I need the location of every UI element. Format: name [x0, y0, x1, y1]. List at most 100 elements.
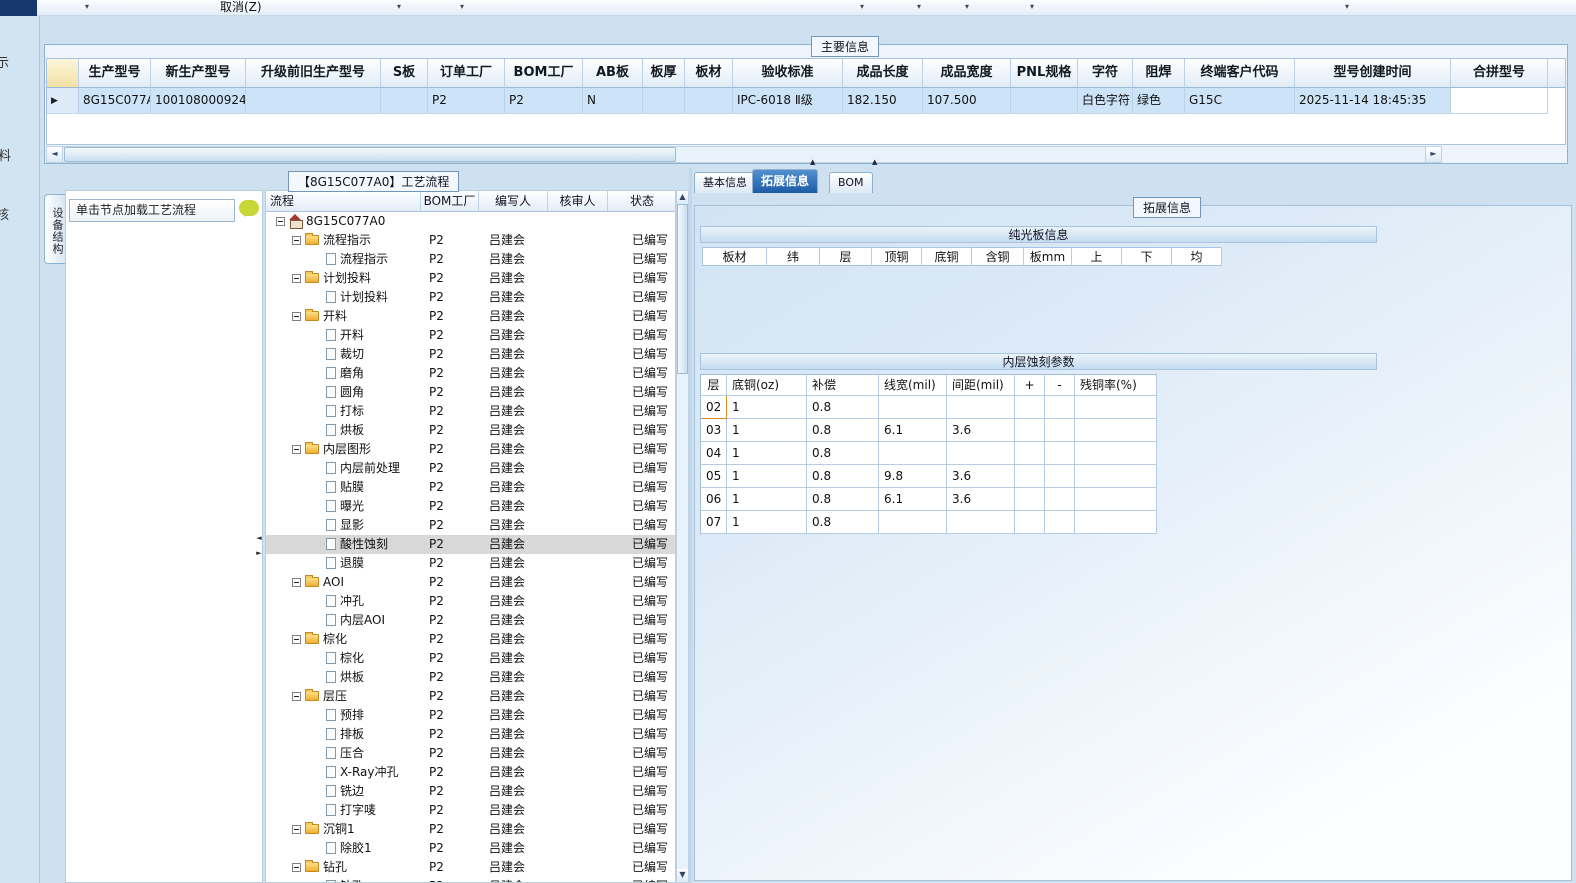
etch-cell[interactable]: 6.1 [879, 419, 947, 442]
tree-row[interactable]: 计划投料 P2 吕建会 已编写 [266, 288, 675, 307]
collapse-minus-icon[interactable] [292, 578, 301, 587]
main-row-cell[interactable]: 182.150 [843, 88, 923, 114]
main-row-cell[interactable]: G15C [1185, 88, 1295, 114]
main-row-cell[interactable] [685, 88, 733, 114]
tree-vscrollbar[interactable]: ▲ ▼ [676, 190, 689, 883]
etch-cell[interactable] [1075, 442, 1157, 465]
etch-cell[interactable] [1045, 442, 1075, 465]
etch-cell[interactable]: 03 [701, 419, 727, 442]
etch-cell[interactable]: 06 [701, 488, 727, 511]
etch-cell[interactable] [1045, 511, 1075, 534]
tree-row[interactable]: 打标 P2 吕建会 已编写 [266, 402, 675, 421]
etch-cell[interactable] [1075, 465, 1157, 488]
tree-row[interactable]: 冲孔 P2 吕建会 已编写 [266, 592, 675, 611]
tab-bom[interactable]: BOM [829, 172, 873, 193]
etch-cell[interactable] [947, 396, 1015, 419]
column-header[interactable]: 成品长度 [843, 59, 923, 88]
column-header[interactable]: 升级前旧生产型号 [246, 59, 381, 88]
etch-cell[interactable]: 0.8 [807, 419, 879, 442]
tree-row[interactable]: 层压 P2 吕建会 已编写 [266, 687, 675, 706]
main-row-cell[interactable] [381, 88, 428, 114]
column-header[interactable]: 板材 [685, 59, 733, 88]
etch-cell[interactable]: 6.1 [879, 488, 947, 511]
column-header[interactable]: AB板 [583, 59, 643, 88]
splitter-right-icon[interactable]: ► [256, 549, 261, 557]
etch-cell[interactable]: 02 [701, 396, 727, 419]
column-header[interactable]: 字符 [1078, 59, 1133, 88]
etch-column-header[interactable]: 残铜率(%) [1075, 375, 1157, 396]
etch-cell[interactable]: 07 [701, 511, 727, 534]
tree-row[interactable]: 排板 P2 吕建会 已编写 [266, 725, 675, 744]
main-row-cell[interactable]: 8G15C077A0 [79, 88, 151, 114]
collapse-minus-icon[interactable] [292, 692, 301, 701]
collapse-minus-icon[interactable] [292, 863, 301, 872]
main-row-cell[interactable]: IPC-6018 Ⅱ级 [733, 88, 843, 114]
tree-row[interactable]: 内层前处理 P2 吕建会 已编写 [266, 459, 675, 478]
main-grid-hscrollbar[interactable]: ◄ ► [46, 146, 1442, 163]
etch-column-header[interactable]: 补偿 [807, 375, 879, 396]
dropdown-arrow-icon[interactable]: ▾ [917, 2, 921, 11]
tree-row[interactable]: AOI P2 吕建会 已编写 [266, 573, 675, 592]
tree-column-header[interactable]: 编写人 [479, 191, 548, 211]
tree-row[interactable]: 内层AOI P2 吕建会 已编写 [266, 611, 675, 630]
collapse-minus-icon[interactable] [292, 274, 301, 283]
bareboard-column-header[interactable]: 均 [1172, 248, 1222, 265]
etch-cell[interactable]: 04 [701, 442, 727, 465]
column-header[interactable]: PNL规格 [1011, 59, 1078, 88]
etch-cell[interactable] [947, 442, 1015, 465]
etch-column-header[interactable]: 底铜(oz) [727, 375, 807, 396]
etch-column-header[interactable]: 间距(mil) [947, 375, 1015, 396]
column-header[interactable]: BOM工厂 [505, 59, 583, 88]
etch-cell[interactable] [1075, 488, 1157, 511]
etch-cell[interactable] [1045, 488, 1075, 511]
etch-cell[interactable]: 0.8 [807, 442, 879, 465]
bareboard-column-header[interactable]: 纬 [767, 248, 820, 265]
dropdown-arrow-icon[interactable]: ▾ [85, 2, 89, 11]
cancel-menu-item[interactable]: 取消(Z) [215, 0, 267, 15]
collapse-minus-icon[interactable] [276, 217, 285, 226]
etch-cell[interactable]: 0.8 [807, 488, 879, 511]
etch-cell[interactable]: 1 [727, 488, 807, 511]
tab-basic-info[interactable]: 基本信息 [694, 172, 756, 193]
column-header[interactable]: S板 [381, 59, 428, 88]
tree-row[interactable]: 流程指示 P2 吕建会 已编写 [266, 231, 675, 250]
dropdown-arrow-icon[interactable]: ▾ [1345, 2, 1349, 11]
tree-row[interactable]: 曝光 P2 吕建会 已编写 [266, 497, 675, 516]
tree-row[interactable]: 烘板 P2 吕建会 已编写 [266, 421, 675, 440]
tree-row[interactable]: X-Ray冲孔 P2 吕建会 已编写 [266, 763, 675, 782]
tree-row[interactable]: 酸性蚀刻 P2 吕建会 已编写 [266, 535, 675, 554]
collapse-minus-icon[interactable] [292, 236, 301, 245]
tree-row[interactable]: 钻孔 P2 吕建会 已编写 [266, 858, 675, 877]
collapse-minus-icon[interactable] [292, 312, 301, 321]
main-row-cell[interactable]: P2 [428, 88, 505, 114]
etch-cell[interactable]: 0.8 [807, 511, 879, 534]
column-header[interactable]: 成品宽度 [923, 59, 1011, 88]
etch-cell[interactable] [1015, 465, 1045, 488]
splitter-collapse-icon[interactable]: ▲ [810, 158, 815, 166]
main-row-cell[interactable]: P2 [505, 88, 583, 114]
tree-row[interactable]: 压合 P2 吕建会 已编写 [266, 744, 675, 763]
tree-row[interactable]: 开料 P2 吕建会 已编写 [266, 307, 675, 326]
main-row-cell[interactable]: 107.500 [923, 88, 1011, 114]
main-grid-selected-row[interactable]: ▶8G15C077A010010800092423P2P2NIPC-6018 Ⅱ… [47, 88, 1565, 114]
scroll-up-icon[interactable]: ▲ [677, 191, 688, 204]
tree-row[interactable]: 铣边 P2 吕建会 已编写 [266, 782, 675, 801]
tree-column-header[interactable]: 流程 [266, 191, 421, 211]
column-header[interactable]: 阻焊 [1133, 59, 1185, 88]
etch-cell[interactable] [1015, 442, 1045, 465]
etch-cell[interactable]: 05 [701, 465, 727, 488]
tree-row[interactable]: 圆角 P2 吕建会 已编写 [266, 383, 675, 402]
etch-row[interactable]: 06 1 0.8 6.1 3.6 [701, 488, 1157, 511]
main-row-cell[interactable]: 绿色 [1133, 88, 1185, 114]
column-header[interactable]: 型号创建时间 [1295, 59, 1451, 88]
column-header[interactable]: 生产型号 [79, 59, 151, 88]
main-row-cell[interactable] [1011, 88, 1078, 114]
column-header[interactable]: 合拼型号 [1451, 59, 1548, 88]
etch-cell[interactable] [1045, 396, 1075, 419]
vertical-splitter[interactable] [689, 168, 692, 883]
main-row-cell[interactable]: 2025-11-14 18:45:35 [1295, 88, 1451, 114]
bareboard-column-header[interactable]: 下 [1122, 248, 1172, 265]
etch-cell[interactable] [1045, 419, 1075, 442]
collapse-minus-icon[interactable] [292, 825, 301, 834]
main-row-cell[interactable]: 10010800092423 [151, 88, 246, 114]
